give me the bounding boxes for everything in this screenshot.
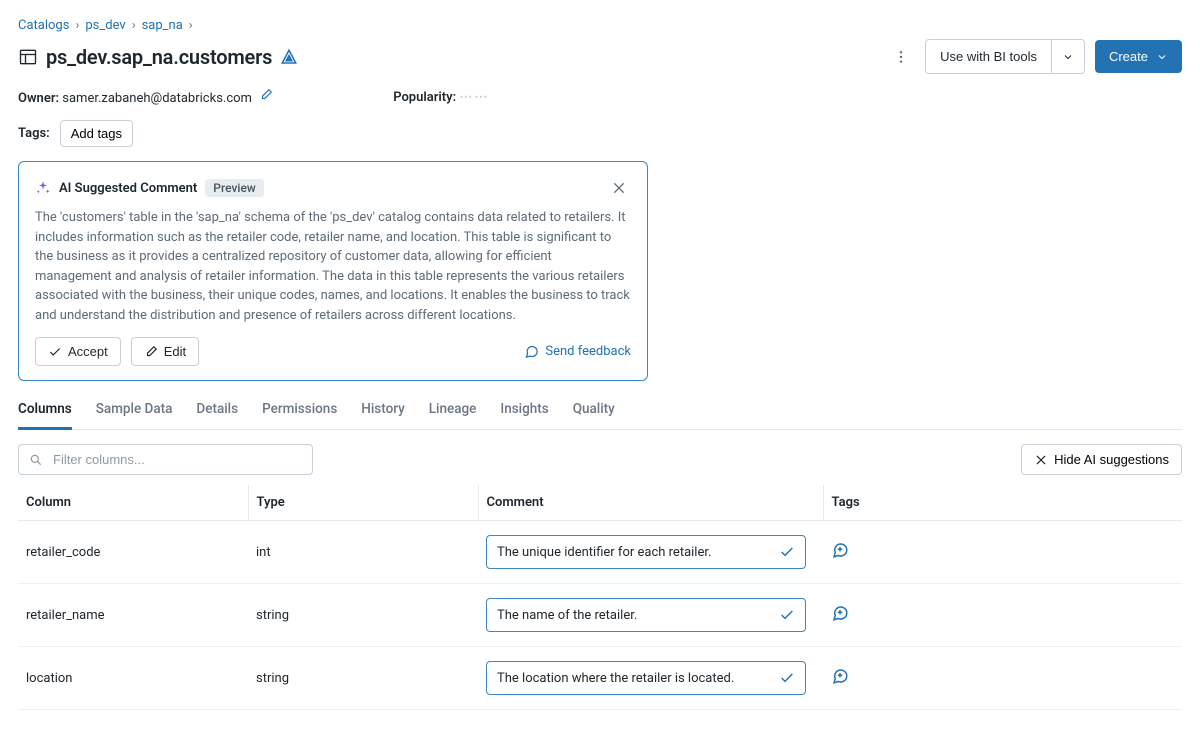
use-with-bi-tools-group: Use with BI tools (925, 39, 1085, 74)
regenerate-comment-icon[interactable] (831, 541, 849, 559)
columns-table: Column Type Comment Tags retailer_codein… (18, 485, 1182, 710)
popularity-dots: ⋯⋯ (459, 90, 489, 105)
th-tags: Tags (823, 485, 1182, 521)
ai-comment-text: The unique identifier for each retailer. (497, 545, 711, 560)
th-column: Column (18, 485, 248, 521)
chat-icon (524, 344, 539, 359)
create-button[interactable]: Create (1095, 40, 1182, 73)
chevron-right-icon: › (132, 18, 136, 33)
tab-insights[interactable]: Insights (500, 401, 548, 429)
table-row: locationstring The location where the ret… (18, 647, 1182, 710)
chevron-down-icon (1156, 51, 1168, 63)
ai-comment-box[interactable]: The location where the retailer is locat… (486, 661, 806, 695)
create-button-label: Create (1109, 49, 1148, 64)
col-name-cell: retailer_code (18, 521, 248, 584)
use-with-bi-tools-dropdown[interactable] (1052, 40, 1084, 73)
regenerate-comment-icon[interactable] (831, 667, 849, 685)
delta-icon (280, 48, 298, 66)
col-type-cell: int (248, 521, 478, 584)
col-type-cell: string (248, 584, 478, 647)
table-icon (18, 47, 38, 67)
accept-comment-icon[interactable] (779, 670, 795, 686)
owner-block: Owner: samer.zabaneh@databricks.com (18, 88, 273, 106)
tab-permissions[interactable]: Permissions (262, 401, 337, 429)
ai-comment-box[interactable]: The unique identifier for each retailer. (486, 535, 806, 569)
col-name-cell: retailer_name (18, 584, 248, 647)
edit-button[interactable]: Edit (131, 337, 199, 366)
edit-button-label: Edit (164, 344, 186, 359)
hide-ai-suggestions-label: Hide AI suggestions (1054, 452, 1169, 467)
tab-details[interactable]: Details (196, 401, 238, 429)
table-row: retailer_namestring The name of the retai… (18, 584, 1182, 647)
breadcrumb-sap-na[interactable]: sap_na (142, 18, 183, 33)
preview-badge: Preview (205, 179, 264, 197)
ai-comment-text: The location where the retailer is locat… (497, 671, 734, 686)
hide-ai-suggestions-button[interactable]: Hide AI suggestions (1021, 444, 1182, 475)
filter-columns-input[interactable] (51, 451, 302, 468)
ai-comment-text: The name of the retailer. (497, 608, 637, 623)
send-feedback-link[interactable]: Send feedback (524, 344, 631, 359)
check-icon (48, 345, 62, 359)
owner-label: Owner: (18, 91, 59, 106)
tab-quality[interactable]: Quality (573, 401, 615, 429)
filter-columns-wrap[interactable] (18, 444, 313, 475)
tab-sample-data[interactable]: Sample Data (96, 401, 173, 429)
accept-button[interactable]: Accept (35, 337, 121, 366)
page-title: ps_dev.sap_na.customers (46, 45, 272, 69)
th-comment: Comment (478, 485, 823, 521)
pencil-icon (144, 345, 158, 359)
tabs: Columns Sample Data Details Permissions … (18, 401, 1182, 430)
close-icon (1034, 453, 1048, 467)
col-tags-cell (823, 647, 1182, 710)
col-comment-cell: The location where the retailer is locat… (478, 647, 823, 710)
ai-comment-box[interactable]: The name of the retailer. (486, 598, 806, 632)
accept-comment-icon[interactable] (779, 544, 795, 560)
close-icon[interactable] (607, 176, 631, 200)
send-feedback-label: Send feedback (545, 344, 631, 359)
tab-lineage[interactable]: Lineage (429, 401, 477, 429)
tags-label: Tags: (18, 126, 50, 141)
owner-value: samer.zabaneh@databricks.com (62, 91, 252, 106)
col-tags-cell (823, 584, 1182, 647)
table-row: retailer_codeint The unique identifier fo… (18, 521, 1182, 584)
ai-card-title-text: AI Suggested Comment (59, 181, 197, 196)
regenerate-comment-icon[interactable] (831, 604, 849, 622)
popularity-block: Popularity: ⋯⋯ (393, 90, 489, 105)
accept-button-label: Accept (68, 344, 108, 359)
breadcrumb-catalogs[interactable]: Catalogs (18, 18, 69, 33)
add-tags-button[interactable]: Add tags (60, 120, 133, 147)
sparkle-icon (35, 180, 51, 196)
chevron-right-icon: › (75, 18, 79, 33)
use-with-bi-tools-button[interactable]: Use with BI tools (926, 40, 1051, 73)
col-name-cell: location (18, 647, 248, 710)
accept-comment-icon[interactable] (779, 607, 795, 623)
ai-suggested-comment-card: AI Suggested Comment Preview The 'custom… (18, 161, 648, 381)
col-comment-cell: The name of the retailer. (478, 584, 823, 647)
th-type: Type (248, 485, 478, 521)
breadcrumb-ps-dev[interactable]: ps_dev (85, 18, 125, 33)
more-menu-icon[interactable] (887, 43, 915, 71)
breadcrumb: Catalogs › ps_dev › sap_na › (18, 18, 1182, 33)
edit-owner-icon[interactable] (259, 88, 273, 102)
col-tags-cell (823, 521, 1182, 584)
popularity-label: Popularity: (393, 90, 456, 105)
col-comment-cell: The unique identifier for each retailer. (478, 521, 823, 584)
tab-history[interactable]: History (361, 401, 404, 429)
chevron-right-icon: › (189, 18, 193, 33)
tab-columns[interactable]: Columns (18, 401, 72, 430)
search-icon (29, 453, 43, 467)
ai-comment-body: The 'customers' table in the 'sap_na' sc… (35, 208, 631, 325)
col-type-cell: string (248, 647, 478, 710)
